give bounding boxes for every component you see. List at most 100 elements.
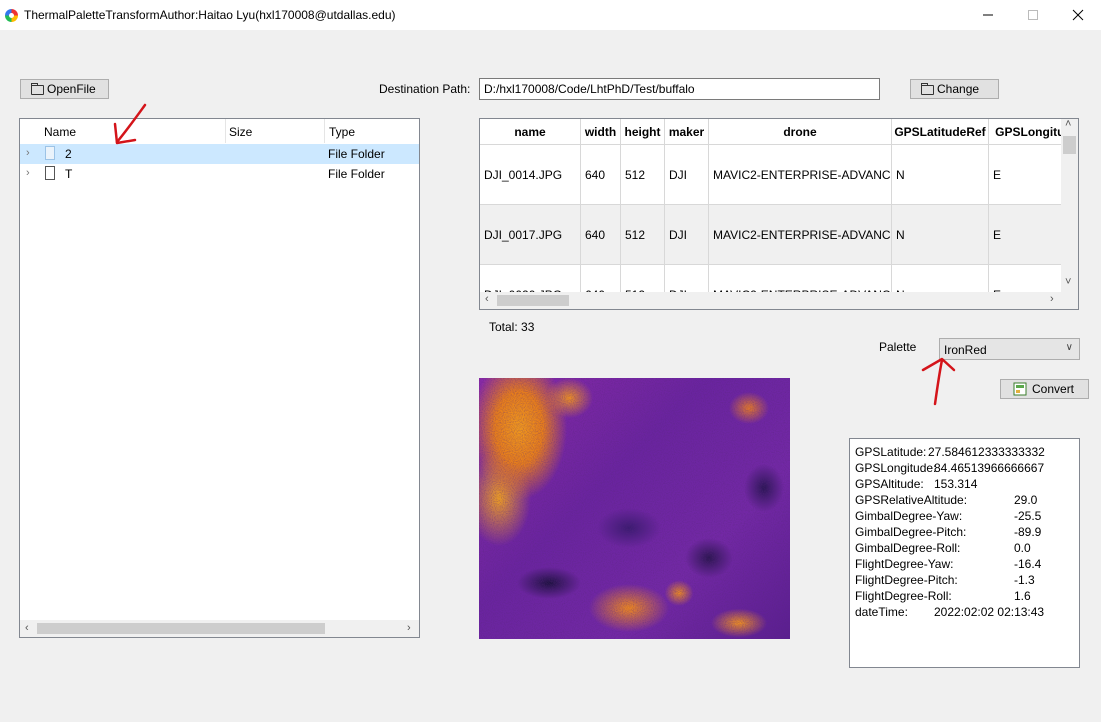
app-icon [5,9,18,22]
table-cell: DJI_0017.JPG [480,205,581,265]
table-cell: DJI_0014.JPG [480,145,581,205]
scrollbar-thumb[interactable] [1063,136,1076,154]
column-header[interactable]: maker [665,119,709,145]
close-button[interactable] [1055,0,1101,30]
table-row[interactable]: DJI_0014.JPG 640 512 DJI MAVIC2-ENTERPRISE-A… [480,145,1078,205]
metadata-value: 1.6 [1014,589,1031,603]
table-cell: MAVIC2-ENTERPRISE-ADVANCED [709,145,892,205]
metadata-value: 153.314 [934,477,978,491]
metadata-key: FlightDegree-Yaw: [855,557,954,571]
scroll-right-icon[interactable]: › [407,622,411,634]
chevron-right-icon[interactable]: › [26,147,30,159]
scrollbar-thumb[interactable] [37,623,325,634]
total-count: Total: 33 [489,320,535,334]
folder-open-icon [921,82,934,95]
open-file-button[interactable]: OpenFile [20,79,109,99]
table-row[interactable]: DJI_0017.JPG 640 512 DJI MAVIC2-ENTERPRISE-A… [480,205,1078,265]
tree-item-type: File Folder [328,147,385,161]
maximize-icon [1028,10,1038,20]
metadata-value: 84.46513966666667 [934,461,1045,475]
minimize-icon [983,14,993,16]
metadata-table[interactable]: name width height maker drone GPSLatitudeRef G… [479,118,1079,310]
file-icon [45,146,55,160]
horizontal-scrollbar[interactable]: ‹ › [20,620,419,637]
metadata-key: GimbalDegree-Roll: [855,541,961,555]
table-cell: DJI [665,205,709,265]
metadata-key: GPSRelativeAltitude: [855,493,968,507]
minimize-button[interactable] [965,0,1011,30]
file-tree[interactable]: Name Size Type › 2 File Folder › T File … [19,118,420,638]
annotation-arrow-icon [113,103,147,145]
column-header[interactable]: height [621,119,665,145]
table-cell: 512 [621,205,665,265]
chevron-down-icon: ∨ [1065,342,1073,353]
annotation-arrow-icon [921,357,956,406]
table-cell: MAVIC2-ENTERPRISE-ADVANCED [709,205,892,265]
metadata-value: -89.9 [1014,525,1042,539]
tree-item-type: File Folder [328,167,385,181]
file-icon [45,166,55,180]
header-separator[interactable] [324,119,325,143]
metadata-key: GPSLatitude: [855,445,927,459]
thermal-texture [479,378,790,639]
convert-button[interactable]: Convert [1000,379,1089,399]
metadata-key: FlightDegree-Pitch: [855,573,958,587]
convert-label: Convert [1032,382,1075,396]
palette-label: Palette [879,340,917,354]
column-header[interactable]: GPSLatitudeRef [892,119,989,145]
folder-open-icon [31,82,44,95]
metadata-value: -25.5 [1014,509,1042,523]
scroll-up-icon[interactable]: ˄ [1065,119,1071,130]
horizontal-scrollbar[interactable]: ‹ › [480,292,1078,309]
metadata-key: FlightDegree-Roll: [855,589,952,603]
scrollbar-thumb[interactable] [497,295,569,306]
metadata-value: -1.3 [1014,573,1035,587]
column-header[interactable]: drone [709,119,892,145]
thermal-preview-image [479,378,790,639]
metadata-key: GPSAltitude: [855,477,924,491]
metadata-value: 27.584612333333332 [928,445,1045,459]
close-icon [1072,9,1084,21]
metadata-key: GPSLongitude: [855,461,937,475]
column-header[interactable]: name [480,119,581,145]
scroll-left-icon[interactable]: ‹ [485,293,489,305]
maximize-button[interactable] [1010,0,1056,30]
open-file-label: OpenFile [47,82,96,96]
column-header[interactable]: width [581,119,621,145]
metadata-key: GimbalDegree-Pitch: [855,525,967,539]
vertical-scrollbar[interactable]: ˄ ˅ [1061,119,1078,293]
table-cell: 640 [581,145,621,205]
tree-item-name: 2 [65,147,72,161]
metadata-value: -16.4 [1014,557,1042,571]
change-label: Change [937,82,980,96]
scroll-down-icon[interactable]: ˅ [1065,276,1071,288]
change-path-button[interactable]: Change [910,79,999,99]
table-cell: N [892,145,989,205]
title-bar: ThermalPaletteTransformAuthor:Haitao Lyu… [0,0,1101,30]
chevron-right-icon[interactable]: › [26,167,30,179]
tree-row[interactable]: › T File Folder [20,164,419,184]
table-cell: 512 [621,145,665,205]
metadata-key: dateTime: [855,605,908,619]
header-size[interactable]: Size [229,125,252,139]
metadata-value: 0.0 [1014,541,1031,555]
destination-path-label: Destination Path: [379,82,471,96]
destination-path-input[interactable]: D:/hxl170008/Code/LhtPhD/Test/buffalo [479,78,880,100]
metadata-value: 29.0 [1014,493,1038,507]
image-metadata-panel: GPSLatitude: 27.584612333333332 GPSLongitu… [849,438,1080,668]
table-cell: N [892,205,989,265]
table-cell: DJI [665,145,709,205]
tree-row[interactable]: › 2 File Folder [20,144,419,164]
header-name[interactable]: Name [44,125,76,139]
file-tree-header: Name Size Type [20,119,419,144]
scroll-left-icon[interactable]: ‹ [25,622,29,634]
header-separator[interactable] [225,119,226,143]
window-title: ThermalPaletteTransformAuthor:Haitao Lyu… [24,8,396,22]
tree-item-name: T [65,167,73,181]
convert-icon [1013,382,1027,396]
table-cell: 640 [581,205,621,265]
metadata-value: 2022:02:02 02:13:43 [934,605,1045,619]
header-type[interactable]: Type [329,125,355,139]
scroll-right-icon[interactable]: › [1050,293,1054,305]
metadata-key: GimbalDegree-Yaw: [855,509,963,523]
